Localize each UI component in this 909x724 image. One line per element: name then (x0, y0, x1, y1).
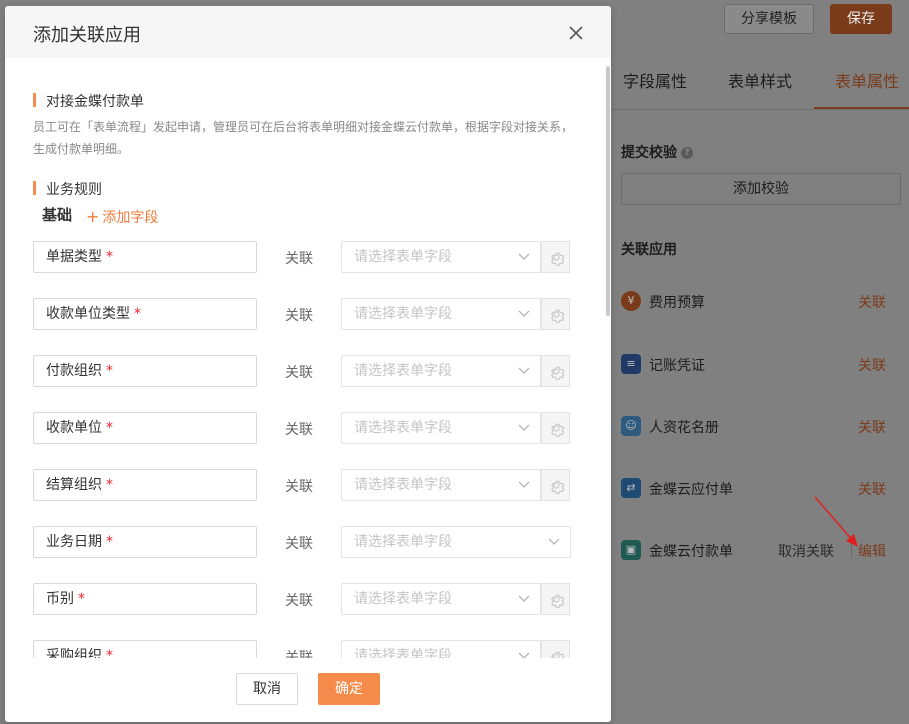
cancel-button[interactable]: 取消 (236, 673, 298, 705)
form-field-select[interactable]: 请选择表单字段 (341, 526, 571, 558)
gear-icon (551, 594, 565, 608)
section-title: 对接金蝶付款单 (33, 91, 144, 111)
help-icon[interactable]: ? (681, 147, 693, 159)
settings-button[interactable] (541, 241, 570, 273)
mapping-row: 业务日期 * 关联 请选择表单字段 (33, 526, 578, 558)
gear-icon (551, 366, 565, 380)
wallet-icon: ▣ (621, 540, 641, 560)
gear-icon (551, 309, 565, 323)
settings-button[interactable] (541, 412, 570, 444)
right-panel: 字段属性 表单样式 表单属性 提交校验? 添加校验 关联应用 ¥ 费用预算 关联… (606, 50, 909, 724)
app-name: 人资花名册 (649, 420, 719, 436)
active-tab-indicator (814, 107, 909, 109)
form-field-select[interactable]: 请选择表单字段 (341, 412, 541, 444)
yen-icon: ¥ (621, 291, 641, 311)
app-name: 费用预算 (649, 295, 705, 311)
form-field-select[interactable]: 请选择表单字段 (341, 640, 541, 658)
form-field-select[interactable]: 请选择表单字段 (341, 469, 541, 501)
group-label: 基础 (42, 206, 73, 224)
field-name: 单据类型 * (33, 241, 257, 273)
app-name: 金蝶云应付单 (649, 482, 733, 498)
description-text: 员工可在「表单流程」发起申请，管理员可在后台将表单明细对接金蝶云付款单，根据字段… (33, 120, 574, 156)
section-title: 业务规则 (33, 179, 102, 199)
gear-icon (551, 651, 565, 658)
mapping-row: 采购组织 * 关联 请选择表单字段 (33, 640, 578, 658)
mapping-row: 币别 * 关联 请选择表单字段 (33, 583, 578, 615)
mapping-row: 收款单位 * 关联 请选择表单字段 (33, 412, 578, 444)
chevron-down-icon (518, 310, 530, 317)
form-field-select[interactable]: 请选择表单字段 (341, 298, 541, 330)
annotation-arrow-icon (814, 496, 858, 547)
mapping-row: 结算组织 * 关联 请选择表单字段 (33, 469, 578, 501)
form-field-select[interactable]: 请选择表单字段 (341, 241, 541, 273)
add-field-button[interactable]: + 添加字段 (86, 207, 158, 227)
tab-form-style[interactable]: 表单样式 (728, 68, 792, 92)
field-name: 收款单位 * (33, 412, 257, 444)
submit-check-title: 提交校验? (621, 142, 693, 162)
link-label: 关联 (285, 650, 313, 658)
field-name: 业务日期 * (33, 526, 257, 558)
link-label: 关联 (285, 365, 313, 381)
related-app-row: ☺ 人资花名册 关联 (621, 414, 901, 438)
dialog-title: 添加关联应用 (33, 25, 141, 46)
share-template-button[interactable]: 分享模板 (724, 4, 814, 34)
dialog-header: 添加关联应用 (5, 6, 611, 58)
field-name: 币别 * (33, 583, 257, 615)
dialog-footer: 取消 确定 (5, 658, 611, 722)
person-icon: ☺ (621, 416, 641, 436)
link-button[interactable]: 关联 (858, 292, 886, 312)
app-name: 金蝶云付款单 (649, 544, 733, 560)
link-button[interactable]: 关联 (858, 417, 886, 437)
save-button[interactable]: 保存 (830, 4, 892, 34)
exchange-icon: ⇄ (621, 478, 641, 498)
tab-form-properties[interactable]: 表单属性 (835, 68, 899, 92)
scrollbar[interactable] (606, 66, 610, 316)
dialog-body: 对接金蝶付款单 员工可在「表单流程」发起申请，管理员可在后台将表单明细对接金蝶云… (5, 58, 611, 658)
ledger-icon: ≡ (621, 354, 641, 374)
mapping-row: 付款组织 * 关联 请选择表单字段 (33, 355, 578, 387)
link-label: 关联 (285, 422, 313, 438)
chevron-down-icon (518, 424, 530, 431)
add-check-button[interactable]: 添加校验 (621, 173, 901, 205)
field-name: 收款单位类型 * (33, 298, 257, 330)
link-button[interactable]: 关联 (858, 479, 886, 499)
field-name: 付款组织 * (33, 355, 257, 387)
chevron-down-icon (548, 538, 560, 545)
gear-icon (551, 480, 565, 494)
link-button[interactable]: 关联 (858, 355, 886, 375)
link-label: 关联 (285, 251, 313, 267)
app-name: 记账凭证 (649, 358, 705, 374)
chevron-down-icon (518, 253, 530, 260)
link-label: 关联 (285, 308, 313, 324)
link-label: 关联 (285, 536, 313, 552)
add-related-app-dialog: 添加关联应用 对接金蝶付款单 员工可在「表单流程」发起申请，管理员可在后台将表单… (5, 6, 611, 722)
settings-button[interactable] (541, 640, 570, 658)
related-apps-title: 关联应用 (621, 242, 677, 258)
mapping-row: 收款单位类型 * 关联 请选择表单字段 (33, 298, 578, 330)
link-label: 关联 (285, 593, 313, 609)
settings-button[interactable] (541, 298, 570, 330)
link-label: 关联 (285, 479, 313, 495)
chevron-down-icon (518, 481, 530, 488)
form-field-select[interactable]: 请选择表单字段 (341, 355, 541, 387)
property-tabs: 字段属性 表单样式 表单属性 (606, 50, 909, 110)
close-icon[interactable] (565, 22, 587, 44)
related-app-row: ≡ 记账凭证 关联 (621, 352, 901, 376)
settings-button[interactable] (541, 469, 570, 501)
confirm-button[interactable]: 确定 (318, 673, 380, 705)
related-app-row: ¥ 费用预算 关联 (621, 289, 901, 313)
settings-button[interactable] (541, 583, 570, 615)
plus-icon: + (86, 207, 100, 226)
gear-icon (551, 423, 565, 437)
mapping-row: 单据类型 * 关联 请选择表单字段 (33, 241, 578, 273)
field-name: 采购组织 * (33, 640, 257, 658)
edit-button[interactable]: 编辑 (858, 541, 886, 561)
chevron-down-icon (518, 367, 530, 374)
gear-icon (551, 252, 565, 266)
settings-button[interactable] (541, 355, 570, 387)
tab-field-properties[interactable]: 字段属性 (623, 68, 687, 92)
field-name: 结算组织 * (33, 469, 257, 501)
form-field-select[interactable]: 请选择表单字段 (341, 583, 541, 615)
chevron-down-icon (518, 595, 530, 602)
